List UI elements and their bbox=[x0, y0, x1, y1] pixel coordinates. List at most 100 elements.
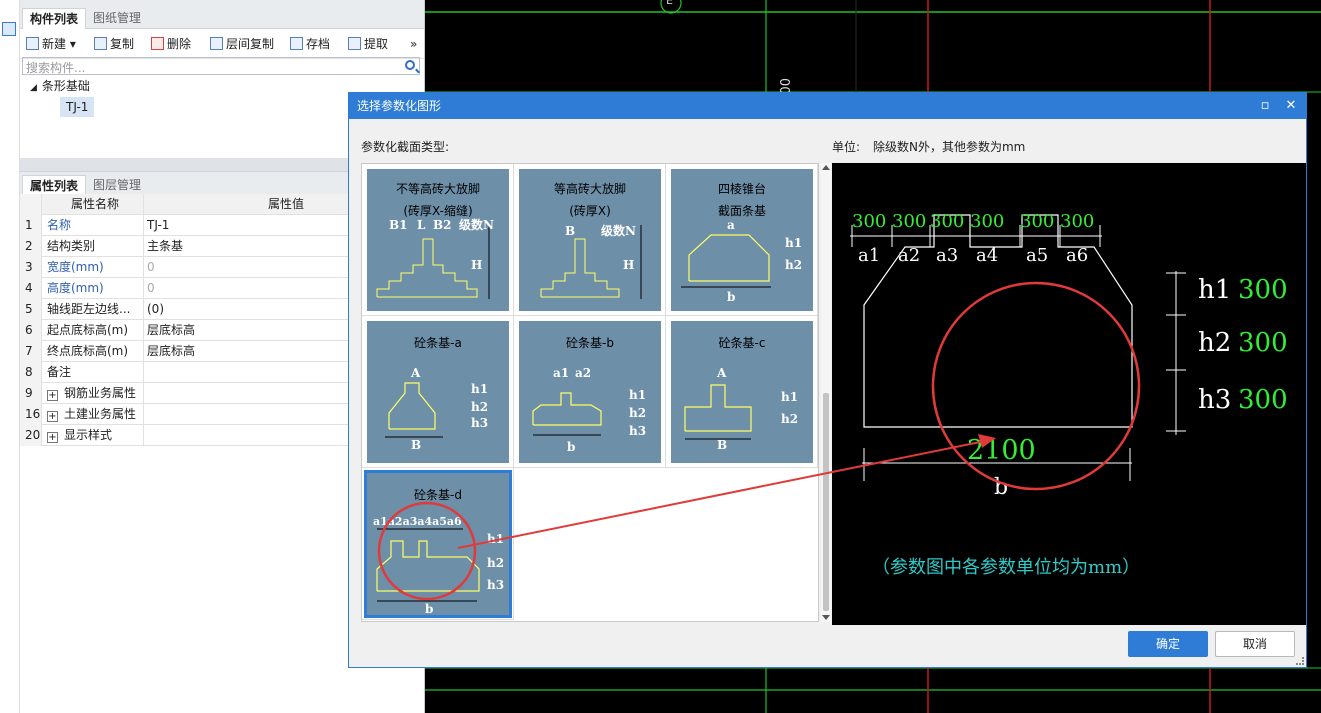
shape-thumbnail[interactable]: 等高砖大放脚 (砖厚X) B 级数N H bbox=[519, 169, 661, 311]
shape-thumbnail[interactable]: 砼条基-d a1a2a3a4a5a6 h1 h2 h3 b bbox=[364, 470, 512, 618]
shape-thumbnail[interactable]: 四棱锥台 截面条基 a h1 h2 b bbox=[671, 169, 813, 311]
tree-group[interactable]: ◢ 条形基础 bbox=[30, 76, 90, 96]
toolbar-more-button[interactable]: » bbox=[410, 35, 417, 53]
tile-label: A bbox=[716, 366, 727, 380]
tile-title: 砼条基-b bbox=[566, 336, 614, 350]
property-num: 9 bbox=[20, 383, 42, 404]
tile-label: h1 bbox=[471, 382, 488, 396]
property-name-text: 轴线距左边线... bbox=[47, 302, 131, 316]
expand-icon[interactable]: + bbox=[47, 390, 58, 401]
preview-top-value: 300 bbox=[1060, 211, 1095, 232]
floor-copy-label: 层间复制 bbox=[226, 37, 275, 51]
preview-right-value: 300 bbox=[1238, 275, 1288, 305]
property-num: 20 bbox=[20, 425, 42, 446]
maximize-icon[interactable]: ▫ bbox=[1254, 93, 1276, 119]
window-icon[interactable] bbox=[2, 22, 16, 36]
shape-thumbnail[interactable]: 砼条基-b a1 a2 h1 h2 h3 b bbox=[519, 321, 661, 463]
header-name: 属性名称 bbox=[44, 194, 144, 215]
preview-top-value: 300 bbox=[1020, 211, 1055, 232]
preview-top-value: 300 bbox=[930, 211, 965, 232]
new-button[interactable]: 新建 ▾ bbox=[26, 35, 76, 53]
close-icon[interactable]: ✕ bbox=[1280, 93, 1302, 119]
preview-bottom-value: 2100 bbox=[967, 435, 1036, 466]
search-input[interactable]: 搜索构件... bbox=[22, 57, 420, 75]
tile-label: a2 bbox=[575, 366, 591, 380]
property-num: 7 bbox=[20, 341, 42, 362]
property-num: 6 bbox=[20, 320, 42, 341]
copy-label: 复制 bbox=[110, 37, 135, 51]
select-parametric-dialog: 选择参数化图形 ▫ ✕ 参数化截面类型: 单位: 除级数N外，其他参数为mm 不… bbox=[348, 92, 1307, 668]
shape-option-5[interactable]: 砼条基-b a1 a2 h1 h2 h3 b bbox=[514, 316, 666, 468]
collapse-icon[interactable]: ◢ bbox=[30, 83, 37, 93]
tile-label: B bbox=[411, 438, 421, 452]
shape-option-3[interactable]: 四棱锥台 截面条基 a h1 h2 b bbox=[666, 164, 818, 316]
preview-top-label: a5 bbox=[1026, 245, 1049, 266]
tile-label: h3 bbox=[629, 424, 646, 438]
shape-thumbnail[interactable]: 砼条基-a Ah1 h2 h3 B bbox=[367, 321, 509, 463]
shape-option-4[interactable]: 砼条基-a Ah1 h2 h3 B bbox=[362, 316, 514, 468]
property-name: + 钢筋业务属性 bbox=[44, 383, 144, 404]
preview-bottom-label: b bbox=[994, 475, 1009, 500]
tile-label: h3 bbox=[471, 416, 488, 430]
new-icon bbox=[26, 37, 39, 50]
tab-layer-manager[interactable]: 图层管理 bbox=[86, 175, 148, 196]
tile-label: a1 bbox=[553, 366, 569, 380]
tree-item-tj1[interactable]: TJ-1 bbox=[60, 97, 95, 117]
resize-grip-icon[interactable] bbox=[1296, 657, 1304, 665]
shape-option-6[interactable]: 砼条基-c Ah1 h2 B bbox=[666, 316, 818, 468]
scroll-down-icon[interactable] bbox=[822, 615, 830, 620]
extract-button[interactable]: 提取 bbox=[348, 35, 388, 53]
tile-label: h2 bbox=[487, 556, 504, 570]
expand-icon[interactable]: + bbox=[47, 432, 58, 443]
property-name: + 显示样式 bbox=[44, 425, 144, 446]
property-name: 宽度(mm) bbox=[44, 257, 144, 278]
scroll-up-icon[interactable] bbox=[822, 165, 830, 170]
tile-title: 砼条基-a bbox=[414, 336, 462, 350]
expand-icon[interactable]: + bbox=[47, 411, 58, 422]
tile-label: H bbox=[471, 258, 482, 272]
ok-button[interactable]: 确定 bbox=[1128, 631, 1208, 657]
tab-property-list[interactable]: 属性列表 bbox=[22, 175, 87, 196]
delete-icon bbox=[151, 37, 164, 50]
copy-button[interactable]: 复制 bbox=[94, 35, 134, 53]
property-name-text: 名称 bbox=[47, 218, 72, 232]
tile-label: A bbox=[410, 366, 421, 380]
section-label: 参数化截面类型: bbox=[361, 140, 450, 154]
preview-top-label: a4 bbox=[976, 245, 999, 266]
shape-option-7[interactable]: 砼条基-d a1a2a3a4a5a6 h1 h2 h3 b bbox=[362, 468, 514, 620]
preview-right-value: 300 bbox=[1238, 385, 1288, 415]
tab-component-list[interactable]: 构件列表 bbox=[22, 8, 87, 29]
tile-title: 不等高砖大放脚 bbox=[396, 181, 480, 196]
property-name: 高度(mm) bbox=[44, 278, 144, 299]
shape-option-1[interactable]: 不等高砖大放脚 (砖厚X-缩缝) B1 L B2 级数N H bbox=[362, 164, 514, 316]
tile-label: h2 bbox=[781, 412, 798, 426]
tile-label: a bbox=[727, 218, 735, 232]
property-name-text: 终点底标高(m) bbox=[47, 344, 129, 358]
tab-drawing-manager[interactable]: 图纸管理 bbox=[86, 8, 148, 29]
property-name-text: 备注 bbox=[47, 365, 72, 379]
shape-option-2[interactable]: 等高砖大放脚 (砖厚X) B 级数N H bbox=[514, 164, 666, 316]
shape-thumbnail[interactable]: 砼条基-c Ah1 h2 B bbox=[671, 321, 813, 463]
save-button[interactable]: 存档 bbox=[290, 35, 330, 53]
floor-copy-button[interactable]: 层间复制 bbox=[210, 35, 274, 53]
property-name: + 土建业务属性 bbox=[44, 404, 144, 425]
tile-label: 级数N bbox=[459, 217, 494, 232]
shape-thumbnail[interactable]: 不等高砖大放脚 (砖厚X-缩缝) B1 L B2 级数N H bbox=[367, 169, 509, 311]
scroll-thumb[interactable] bbox=[823, 393, 829, 611]
preview-top-label: a1 bbox=[858, 245, 881, 266]
preview-right-label: h1 bbox=[1198, 275, 1232, 305]
cancel-button[interactable]: 取消 bbox=[1215, 631, 1295, 657]
save-label: 存档 bbox=[306, 37, 331, 51]
tile-label: h1 bbox=[781, 390, 798, 404]
tile-label: h2 bbox=[785, 258, 802, 272]
shape-gallery: 不等高砖大放脚 (砖厚X-缩缝) B1 L B2 级数N H 等高砖大放脚 (砖厚X) B 级数N H… bbox=[361, 163, 819, 622]
gallery-scrollbar[interactable] bbox=[821, 163, 831, 622]
delete-button[interactable]: 删除 bbox=[151, 35, 191, 53]
tile-label: B bbox=[717, 438, 727, 452]
tree-group-label: 条形基础 bbox=[41, 79, 90, 93]
preview-note: （参数图中各参数单位均为mm） bbox=[872, 557, 1141, 578]
preview-top-label: a3 bbox=[936, 245, 959, 266]
search-icon[interactable] bbox=[405, 60, 415, 70]
property-name: 起点底标高(m) bbox=[44, 320, 144, 341]
tile-label: b bbox=[425, 602, 433, 615]
